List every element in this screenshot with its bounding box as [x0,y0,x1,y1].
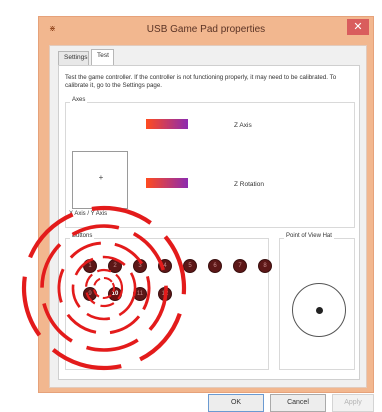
apply-button[interactable]: Apply [332,394,374,412]
button-indicator-1: 1 [83,259,97,273]
z-rotation-label: Z Rotation [234,181,264,188]
z-rotation-bar [146,178,188,188]
axes-group: Axes + X Axis / Y Axis Z Axis Z Rotation [65,97,355,228]
crosshair-icon: + [98,173,104,182]
buttons-group: Buttons 1 2 3 4 5 6 7 8 9 10 11 12 [65,233,272,370]
button-indicator-6: 6 [208,259,222,273]
button-indicator-4: 4 [158,259,172,273]
tab-settings[interactable]: Settings [58,51,89,65]
gamepad-icon: ⋇ [49,24,56,33]
pov-hat-indicator [292,283,346,337]
button-indicator-12: 12 [158,287,172,301]
button-indicator-3: 3 [133,259,147,273]
test-tab-panel: Test the game controller. If the control… [58,65,360,380]
close-button[interactable]: ✕ [347,19,369,35]
ok-button[interactable]: OK [208,394,264,412]
dialog-client-area: Settings Test Test the game controller. … [49,45,374,412]
title-bar[interactable]: ⋇ USB Game Pad properties ✕ [39,17,373,43]
window-title: USB Game Pad properties [146,24,266,35]
button-indicator-7: 7 [233,259,247,273]
button-indicator-11: 11 [133,287,147,301]
z-axis-label: Z Axis [234,122,252,129]
buttons-group-label: Buttons [70,233,95,239]
xy-axis-box: + [72,151,128,209]
test-description: Test the game controller. If the control… [65,74,337,89]
pov-center-dot [316,307,323,314]
axes-group-label: Axes [70,97,88,103]
z-axis-bar [146,119,188,129]
pov-group-label: Point of View Hat [284,233,334,239]
button-indicator-8: 8 [258,259,272,273]
button-indicator-2: 2 [108,259,122,273]
xy-axis-label: X Axis / Y Axis [69,211,108,217]
pov-group: Point of View Hat [279,233,355,370]
button-indicator-9: 9 [83,287,97,301]
cancel-button[interactable]: Cancel [270,394,326,412]
button-indicator-10: 10 [108,287,122,301]
tab-test[interactable]: Test [91,49,114,65]
properties-window: ⋇ USB Game Pad properties ✕ Settings Tes… [38,16,374,412]
button-indicator-5: 5 [183,259,197,273]
